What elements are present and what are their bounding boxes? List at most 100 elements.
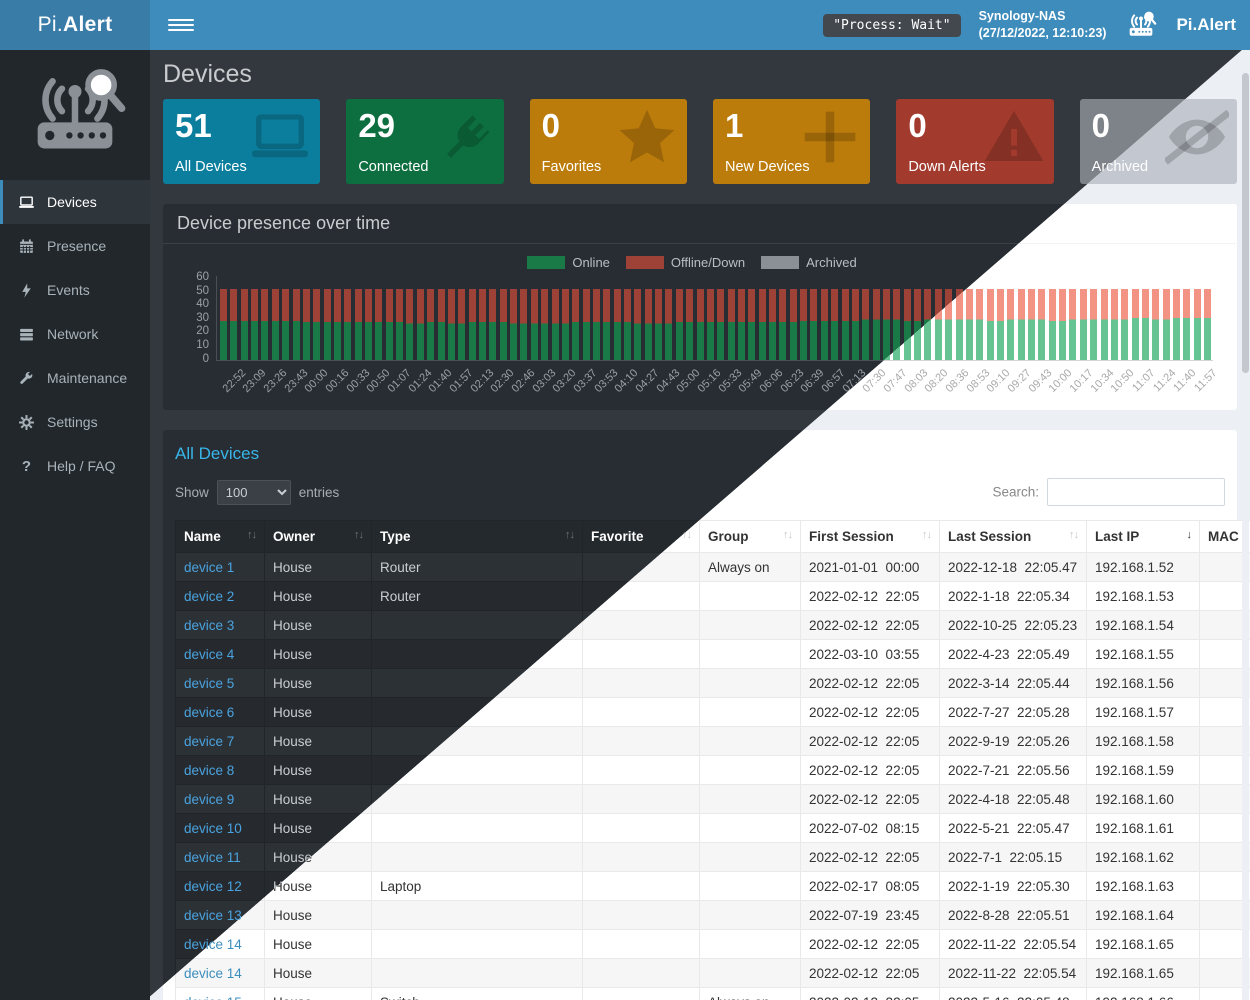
chart-bar [293, 289, 300, 360]
x-tick: 06:57 [819, 367, 847, 395]
device-link[interactable]: device 4 [184, 647, 234, 662]
cell-first_session: 2022-02-12 22:05 [801, 698, 940, 727]
device-link[interactable]: device 8 [184, 763, 234, 778]
cell-last_ip: 192.168.1.65 [1087, 959, 1200, 988]
chart-bar [997, 289, 1004, 360]
gear-icon [18, 414, 35, 431]
sidebar-menu: DevicesPresenceEventsNetwork Maintenance S… [0, 180, 150, 488]
search-input[interactable] [1047, 478, 1225, 506]
host-info: Synology-NAS (27/12/2022, 12:10:23) [979, 8, 1107, 42]
device-link[interactable]: device 9 [184, 792, 234, 807]
cell-group [700, 930, 801, 959]
card-label: All Devices [175, 159, 247, 175]
device-link[interactable]: device 14 [184, 966, 242, 981]
device-link[interactable]: device 10 [184, 821, 242, 836]
chart-bar [852, 289, 859, 360]
sidebar-item-settings[interactable]: Settings [0, 400, 150, 444]
column-header-first-session[interactable]: First Session↑↓ [801, 521, 940, 553]
cell-type: Router [372, 553, 583, 582]
cell-last_ip: 192.168.1.52 [1087, 553, 1200, 582]
sidebar-item-maintenance[interactable]: Maintenance [0, 356, 150, 400]
chart-bar [1152, 289, 1159, 360]
sidebar-item-network[interactable]: Network [0, 312, 150, 356]
scrollbar[interactable] [1242, 55, 1249, 1000]
cell-owner: House [265, 930, 372, 959]
column-header-name[interactable]: Name↑↓ [176, 521, 265, 553]
navbar-right: "Process: Wait" Synology-NAS (27/12/2022… [823, 8, 1236, 42]
cell-owner: House [265, 756, 372, 785]
card-favorites[interactable]: 0Favorites [530, 99, 687, 184]
page-length-select[interactable]: 100 [217, 480, 291, 505]
column-header-last-ip[interactable]: Last IP↓ [1087, 521, 1200, 553]
cell-name: device 2 [176, 582, 265, 611]
sidebar-item-devices[interactable]: Devices [0, 180, 150, 224]
warning-icon [982, 105, 1046, 169]
x-tick: 03:37 [571, 367, 599, 395]
cell-group [700, 814, 801, 843]
chart-bar [355, 289, 362, 360]
chart-bar [842, 289, 849, 360]
scrollbar-thumb[interactable] [1242, 73, 1249, 373]
menu-toggle-icon[interactable] [164, 13, 198, 37]
sidebar-item-events[interactable]: Events [0, 268, 150, 312]
device-link[interactable]: device 6 [184, 705, 234, 720]
table-row: device 15HouseSwitchAlways on2022-02-12 … [176, 988, 1250, 1000]
cell-type: Laptop [372, 872, 583, 901]
device-link[interactable]: device 12 [184, 879, 242, 894]
chart-bar [1049, 289, 1056, 360]
brand-logo[interactable]: Pi.Alert [0, 0, 150, 50]
x-tick: 01:57 [447, 367, 475, 395]
device-link[interactable]: device 2 [184, 589, 234, 604]
chart-bar [1007, 289, 1014, 360]
chart-bar [324, 289, 331, 360]
card-new-devices[interactable]: 1New Devices [713, 99, 870, 184]
cell-name: device 12 [176, 872, 265, 901]
device-link[interactable]: device 3 [184, 618, 234, 633]
chart-bar [1111, 289, 1118, 360]
device-link[interactable]: device 11 [184, 850, 241, 865]
cell-type: Switch [372, 988, 583, 1000]
pialert-router-icon [1124, 10, 1158, 40]
cell-first_session: 2022-07-19 23:45 [801, 901, 940, 930]
y-tick: 10 [175, 339, 209, 351]
chart-bar [603, 289, 610, 360]
card-connected[interactable]: 29Connected [346, 99, 503, 184]
sidebar-item-label: Maintenance [47, 370, 127, 386]
cell-favorite [583, 930, 700, 959]
y-axis: 6050403020100 [175, 276, 211, 360]
chart-bar [717, 289, 724, 360]
summary-cards: 51All Devices 29Connected 0Favorites 1New D… [163, 99, 1237, 184]
card-down-alerts[interactable]: 0Down Alerts [896, 99, 1053, 184]
column-header-type[interactable]: Type↑↓ [372, 521, 583, 553]
device-link[interactable]: device 13 [184, 908, 242, 923]
cell-last_ip: 192.168.1.53 [1087, 582, 1200, 611]
cell-favorite [583, 843, 700, 872]
cell-last_ip: 192.168.1.57 [1087, 698, 1200, 727]
cell-name: device 4 [176, 640, 265, 669]
device-link[interactable]: device 15 [184, 995, 242, 1000]
sidebar: DevicesPresenceEventsNetwork Maintenance S… [0, 50, 150, 1000]
x-tick: 02:46 [509, 367, 537, 395]
sort-icon: ↑↓ [1069, 529, 1078, 541]
chart-bar [738, 289, 745, 360]
bolt-icon [18, 282, 35, 299]
sidebar-item-presence[interactable]: Presence [0, 224, 150, 268]
x-tick: 11:07 [1130, 367, 1157, 394]
cell-name: device 7 [176, 727, 265, 756]
cell-favorite [583, 872, 700, 901]
top-navbar: Pi.Alert "Process: Wait" Synology-NAS (2… [0, 0, 1250, 50]
device-link[interactable]: device 7 [184, 734, 234, 749]
sidebar-item-help-faq[interactable]: ?Help / FAQ [0, 444, 150, 488]
column-header-last-session[interactable]: Last Session↑↓ [940, 521, 1087, 553]
y-tick: 60 [175, 271, 209, 283]
column-header-owner[interactable]: Owner↑↓ [265, 521, 372, 553]
x-tick: 10:17 [1067, 367, 1095, 395]
column-header-group[interactable]: Group↑↓ [700, 521, 801, 553]
card-label: Down Alerts [908, 159, 985, 175]
cell-type [372, 785, 583, 814]
device-link[interactable]: device 1 [184, 560, 234, 575]
card-all-devices[interactable]: 51All Devices [163, 99, 320, 184]
device-link[interactable]: device 5 [184, 676, 234, 691]
calendar-icon [18, 238, 35, 255]
cell-last_ip: 192.168.1.60 [1087, 785, 1200, 814]
